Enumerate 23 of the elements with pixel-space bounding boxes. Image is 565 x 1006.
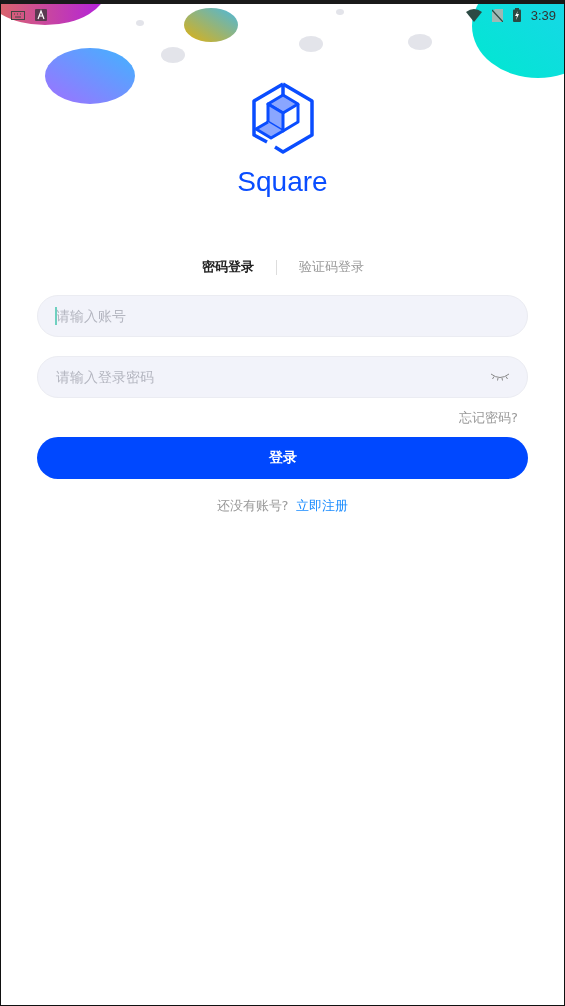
bubble bbox=[299, 36, 323, 52]
wifi-icon bbox=[465, 8, 482, 22]
bubble bbox=[184, 8, 238, 42]
letter-box-icon bbox=[35, 9, 47, 21]
account-field[interactable]: 请输入账号 bbox=[37, 295, 528, 337]
keyboard-icon bbox=[11, 10, 25, 20]
login-button[interactable]: 登录 bbox=[37, 437, 528, 479]
bubble bbox=[161, 47, 185, 63]
app-name: Square bbox=[237, 166, 328, 198]
no-sim-icon bbox=[491, 8, 503, 22]
login-tab[interactable]: 验证码登录 bbox=[276, 258, 386, 276]
bubble bbox=[408, 34, 432, 50]
bubble bbox=[336, 9, 344, 15]
login-tab[interactable]: 密码登录 bbox=[179, 258, 276, 276]
signup-link[interactable]: 立即注册 bbox=[296, 497, 349, 515]
signup-prompt: 还没有账号? bbox=[216, 497, 289, 515]
forgot-password-link[interactable]: 忘记密码? bbox=[459, 409, 518, 427]
battery-charging-icon bbox=[512, 8, 521, 22]
bubble bbox=[136, 20, 144, 26]
cube-logo-icon bbox=[250, 82, 315, 154]
eye-closed-icon[interactable] bbox=[490, 373, 510, 381]
status-time: 3:39 bbox=[530, 7, 556, 23]
password-field[interactable]: 请输入登录密码 bbox=[37, 356, 528, 398]
